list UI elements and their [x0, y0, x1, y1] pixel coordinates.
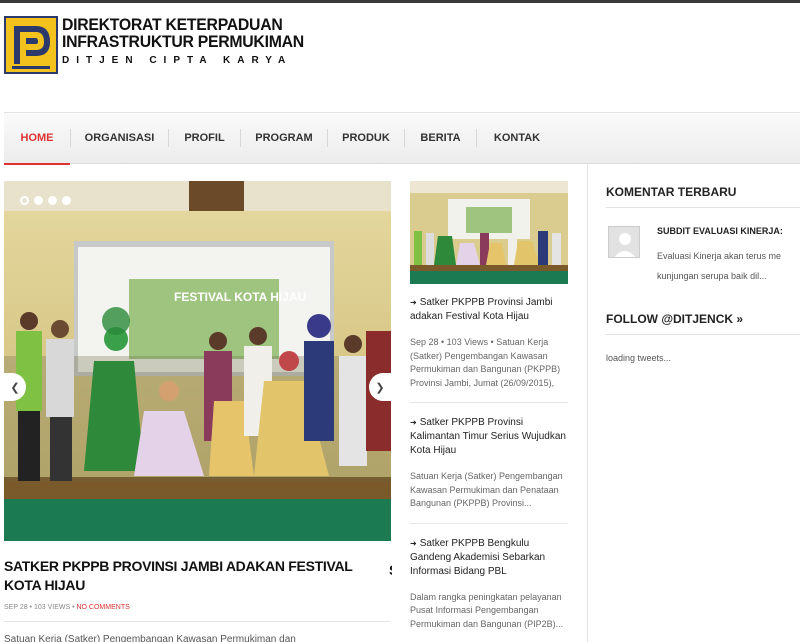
featured-post-excerpt: Satuan Kerja (Satker) Pengembangan Kawas… [4, 634, 296, 642]
logo-title-line2: INFRASTRUKTUR PERMUKIMAN [62, 32, 304, 51]
featured-slider[interactable]: FESTIVAL KOTA HIJAU ❮ ❯ [4, 181, 391, 541]
avatar[interactable] [608, 226, 640, 258]
featured-slide-photo: FESTIVAL KOTA HIJAU [4, 181, 391, 541]
pu-logo-icon [4, 16, 58, 74]
divider [606, 207, 800, 208]
arrow-right-icon: ➜ [410, 298, 417, 307]
logo-subtitle: DITJEN CIPTA KARYA [62, 55, 293, 66]
featured-post-title[interactable]: SATKER PKPPB PROVINSI JAMBI ADAKAN FESTI… [4, 557, 389, 595]
post-excerpt: Satuan Kerja (Satker) Pengembangan Kawas… [410, 471, 563, 508]
post-thumbnail[interactable] [410, 181, 568, 284]
comment-excerpt-line: Evaluasi Kinerja akan terus me [657, 251, 782, 261]
comment-excerpt-line: kunjungan serupa baik dil... [657, 271, 767, 281]
user-placeholder-icon [609, 227, 639, 257]
top-bar [0, 0, 800, 3]
tweets-loading-text: loading tweets... [606, 353, 672, 363]
slider-dot[interactable] [62, 196, 71, 205]
divider [606, 334, 800, 335]
nav-item-kontak[interactable]: KONTAK [477, 112, 557, 164]
nav-item-berita[interactable]: BERITA [405, 112, 476, 164]
logo-text: DIREKTORAT KETERPADUAN INFRASTRUKTUR PER… [62, 16, 322, 66]
slider-dot[interactable] [34, 196, 43, 205]
arrow-right-icon: ➜ [410, 418, 417, 427]
slider-next-button[interactable]: ❯ [369, 373, 391, 401]
nav-item-organisasi[interactable]: ORGANISASI [71, 112, 168, 164]
post-item: ➜ Satker PKPPB Bengkulu Gandeng Akademisi… [410, 537, 568, 642]
post-item: ➜ Satker PKPPB Provinsi Kalimantan Timur … [410, 416, 568, 524]
chevron-left-icon: ❮ [10, 381, 20, 394]
chevron-right-icon: ❯ [375, 381, 385, 394]
post-title[interactable]: ➜ Satker PKPPB Provinsi Jambi adakan Fest… [410, 296, 568, 324]
slider-dots [20, 196, 71, 205]
post-item: ➜ Satker PKPPB Provinsi Jambi adakan Fest… [410, 296, 568, 403]
featured-comments-link[interactable]: NO COMMENTS [76, 604, 129, 611]
slider-dot[interactable] [48, 196, 57, 205]
nav-item-home[interactable]: HOME [4, 112, 70, 165]
banner-text: FESTIVAL KOTA HIJAU [174, 290, 306, 304]
follow-twitter-title[interactable]: FOLLOW @DITJENCK » [606, 312, 743, 326]
post-thumbnail-image [410, 181, 568, 284]
post-meta: Sep 28 • 103 Views • Satuan Kerja (Satke… [410, 337, 561, 388]
column-divider [587, 164, 588, 642]
featured-post-meta: SEP 28 • 103 VIEWS • NO COMMENTS [4, 604, 130, 611]
comment-excerpt[interactable]: Evaluasi Kinerja akan terus me kunjungan… [657, 246, 800, 286]
post-title[interactable]: ➜ Satker PKPPB Bengkulu Gandeng Akademisi… [410, 537, 568, 579]
main-nav: HOME ORGANISASI PROFIL PROGRAM PRODUK BE… [4, 112, 800, 165]
recent-posts-column: ➜ Satker PKPPB Provinsi Jambi adakan Fest… [410, 181, 568, 642]
post-title-text[interactable]: Satker PKPPB Provinsi Jambi adakan Festi… [410, 297, 553, 322]
next-slide-peek: S [389, 562, 392, 578]
recent-comments-title: KOMENTAR TERBARU [606, 185, 737, 199]
post-title[interactable]: ➜ Satker PKPPB Provinsi Kalimantan Timur … [410, 416, 568, 458]
nav-item-profil[interactable]: PROFIL [169, 112, 240, 164]
site-logo[interactable]: DIREKTORAT KETERPADUAN INFRASTRUKTUR PER… [4, 16, 322, 74]
comment-author[interactable]: SUBDIT EVALUASI KINERJA: [657, 226, 783, 236]
nav-item-program[interactable]: PROGRAM [241, 112, 327, 164]
divider [4, 621, 390, 622]
slider-dot[interactable] [20, 196, 29, 205]
post-title-text[interactable]: Satker PKPPB Provinsi Kalimantan Timur S… [410, 417, 566, 456]
logo-title-line1: DIREKTORAT KETERPADUAN [62, 15, 283, 34]
arrow-right-icon: ➜ [410, 538, 417, 548]
post-title-text[interactable]: Satker PKPPB Bengkulu Gandeng Akademisi … [410, 538, 545, 577]
featured-date-views: SEP 28 • 103 VIEWS • [4, 604, 75, 611]
post-excerpt: Dalam rangka peningkatan pelayanan Pusat… [410, 591, 564, 629]
nav-item-produk[interactable]: PRODUK [328, 112, 404, 164]
